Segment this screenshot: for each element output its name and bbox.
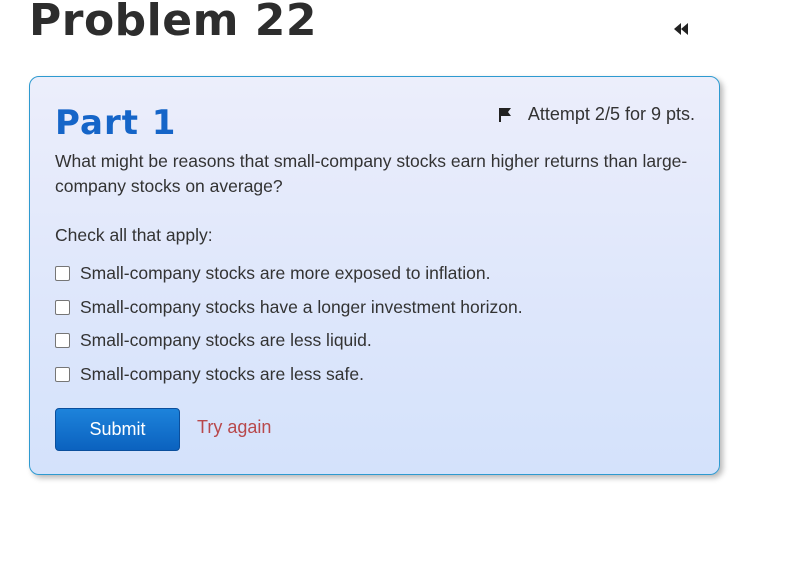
submit-button[interactable]: Submit (55, 408, 180, 451)
option-checkbox[interactable] (55, 366, 70, 382)
option-checkbox[interactable] (55, 299, 70, 315)
part-card: Part 1 Attempt 2/5 for 9 pts. What might… (29, 76, 720, 475)
option-label: Small-company stocks are more exposed to… (80, 263, 491, 284)
collapse-button[interactable] (670, 18, 692, 40)
attempt-info: Attempt 2/5 for 9 pts. (498, 104, 695, 125)
option-item[interactable]: Small-company stocks are less safe. (55, 358, 523, 392)
option-item[interactable]: Small-company stocks have a longer inves… (55, 291, 523, 325)
double-chevron-left-icon (674, 23, 688, 35)
part-title: Part 1 (55, 103, 177, 143)
problem-title: Problem 22 (29, 0, 317, 46)
try-again-link[interactable]: Try again (197, 417, 271, 438)
option-item[interactable]: Small-company stocks are more exposed to… (55, 257, 523, 291)
option-checkbox[interactable] (55, 266, 70, 282)
instruction-text: Check all that apply: (55, 225, 213, 245)
option-label: Small-company stocks are less liquid. (80, 330, 372, 351)
option-item[interactable]: Small-company stocks are less liquid. (55, 324, 523, 358)
option-label: Small-company stocks have a longer inves… (80, 296, 523, 317)
flag-icon[interactable] (498, 107, 512, 123)
problem-page: Problem 22 Part 1 Attempt 2/5 for 9 pts.… (0, 0, 807, 566)
option-label: Small-company stocks are less safe. (80, 363, 364, 384)
question-text: What might be reasons that small-company… (55, 151, 688, 196)
options-list: Small-company stocks are more exposed to… (55, 257, 523, 391)
option-checkbox[interactable] (55, 333, 70, 349)
attempt-label: Attempt 2/5 for 9 pts. (527, 104, 695, 124)
